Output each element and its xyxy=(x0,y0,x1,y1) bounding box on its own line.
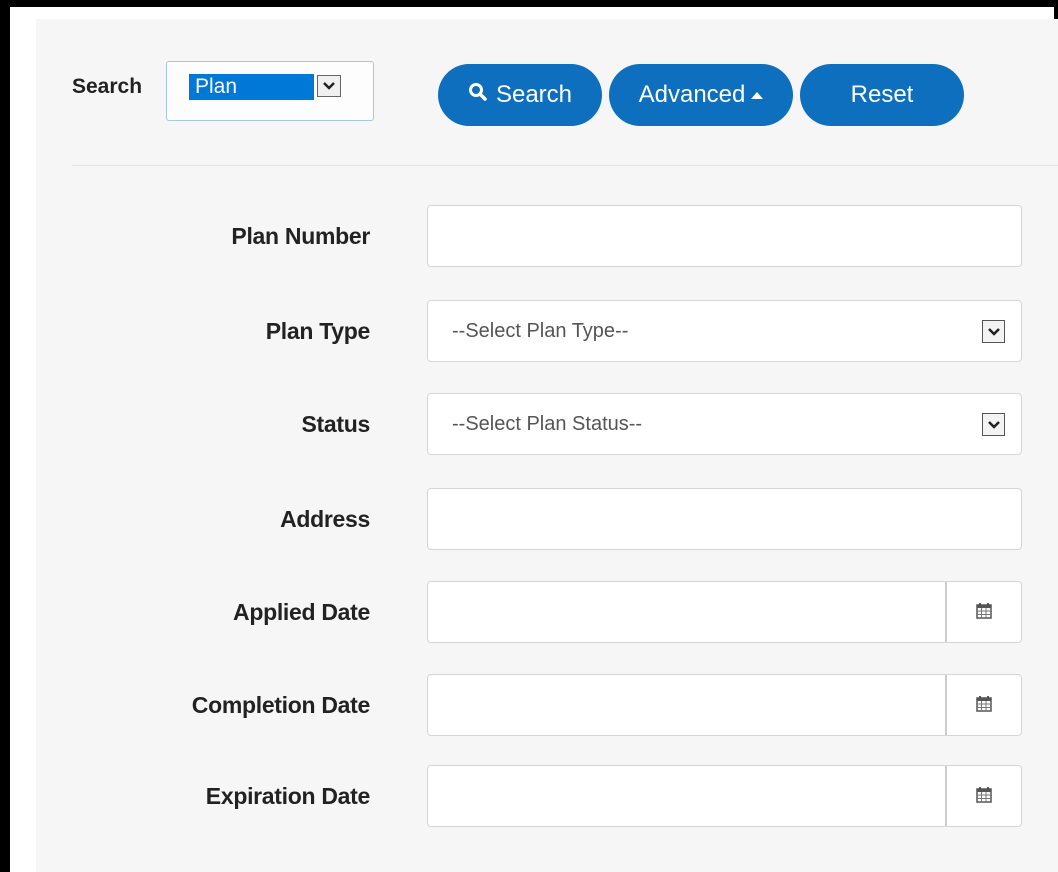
plan-number-row: Plan Number xyxy=(36,205,1058,267)
applied-date-field xyxy=(427,581,1022,643)
magnifier-icon xyxy=(468,81,488,109)
search-toolbar: Search Plan Search Advanced Reset xyxy=(36,19,1058,159)
advanced-button-label: Advanced xyxy=(638,81,746,108)
plan-number-label: Plan Number xyxy=(231,222,370,249)
applied-date-input[interactable] xyxy=(428,582,948,642)
expiration-date-input[interactable] xyxy=(428,766,948,826)
status-select[interactable]: --Select Plan Status-- xyxy=(427,393,1022,455)
caret-up-icon xyxy=(751,91,764,99)
chevron-down-icon[interactable] xyxy=(982,320,1005,343)
completion-date-label: Completion Date xyxy=(191,691,371,718)
address-input[interactable] xyxy=(428,489,1021,549)
reset-button-label: Reset xyxy=(850,81,914,108)
completion-date-calendar-button[interactable] xyxy=(945,675,1021,735)
search-button[interactable]: Search xyxy=(438,64,602,126)
advanced-button[interactable]: Advanced xyxy=(609,64,793,126)
address-label: Address xyxy=(280,505,370,532)
status-placeholder: --Select Plan Status-- xyxy=(452,413,643,435)
status-label: Status xyxy=(301,410,371,437)
applied-date-row: Applied Date xyxy=(36,581,1058,643)
expiration-date-field xyxy=(427,765,1022,827)
expiration-date-label: Expiration Date xyxy=(205,782,371,809)
plan-type-placeholder: --Select Plan Type-- xyxy=(452,320,629,342)
completion-date-field xyxy=(427,674,1022,736)
plan-type-row: Plan Type --Select Plan Type-- xyxy=(36,300,1058,362)
search-button-label: Search xyxy=(495,81,573,108)
completion-date-row: Completion Date xyxy=(36,674,1058,736)
applied-date-label: Applied Date xyxy=(233,598,370,625)
search-label: Search xyxy=(72,75,143,98)
address-field[interactable] xyxy=(427,488,1022,550)
plan-type-select[interactable]: --Select Plan Type-- xyxy=(427,300,1022,362)
plan-number-field[interactable] xyxy=(427,205,1022,267)
plan-type-label: Plan Type xyxy=(265,317,371,344)
search-type-select[interactable]: Plan xyxy=(166,61,374,121)
status-row: Status --Select Plan Status-- xyxy=(36,393,1058,455)
expiration-date-row: Expiration Date xyxy=(36,765,1058,827)
calendar-icon xyxy=(975,694,993,717)
chevron-down-icon[interactable] xyxy=(317,75,341,97)
calendar-icon xyxy=(975,601,993,624)
completion-date-input[interactable] xyxy=(428,675,948,735)
address-row: Address xyxy=(36,488,1058,550)
toolbar-divider xyxy=(72,165,1058,166)
calendar-icon xyxy=(975,785,993,808)
reset-button[interactable]: Reset xyxy=(800,64,964,126)
plan-number-input[interactable] xyxy=(428,206,1021,266)
search-panel: Search Plan Search Advanced Reset Plan N… xyxy=(36,19,1058,872)
expiration-date-calendar-button[interactable] xyxy=(945,766,1021,826)
chevron-down-icon[interactable] xyxy=(982,413,1005,436)
search-type-value: Plan xyxy=(189,74,314,100)
applied-date-calendar-button[interactable] xyxy=(945,582,1021,642)
